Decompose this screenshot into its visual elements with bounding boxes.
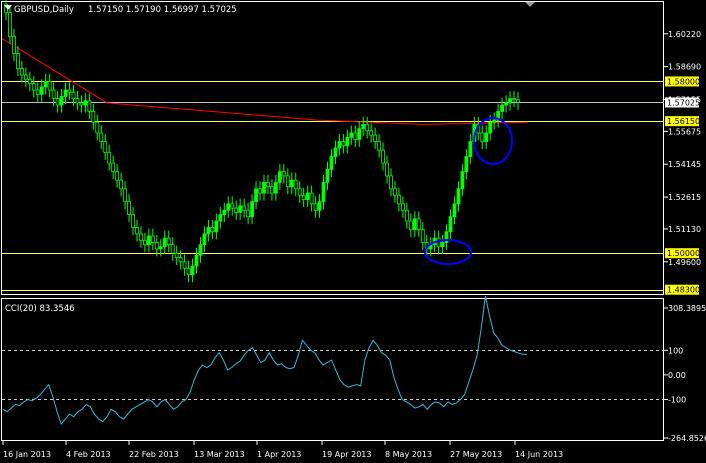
time-tick-label: 16 Jan 2013 bbox=[3, 450, 51, 459]
price-tick-label: 1.58690 bbox=[668, 63, 701, 72]
time-tick-label: 13 Mar 2013 bbox=[194, 450, 245, 459]
cci-tick-label: -100 bbox=[668, 395, 686, 404]
time-tick-label: 22 Feb 2013 bbox=[129, 450, 179, 459]
level-tag: 1.48300 bbox=[665, 284, 700, 295]
level-tag: 1.58000 bbox=[665, 76, 700, 87]
price-tick-label: 1.55675 bbox=[668, 127, 701, 136]
price-tick-label: 1.49600 bbox=[668, 258, 701, 267]
cci-tick-label: 0.00 bbox=[668, 371, 686, 380]
level-tag: 1.50000 bbox=[665, 248, 700, 259]
mt4-chart-window[interactable]: 1.602201.586901.571551.556751.541451.526… bbox=[0, 0, 706, 463]
level-tag: 1.56150 bbox=[665, 116, 700, 127]
current-price-tag: 1.57025 bbox=[665, 97, 700, 108]
cci-label: CCI(20) 83.3546 bbox=[5, 304, 75, 314]
chart-ohlc: 1.57150 1.57190 1.56997 1.57025 bbox=[88, 5, 237, 15]
price-tick-label: 1.51130 bbox=[668, 225, 701, 234]
cci-tick-label: 308.3895 bbox=[668, 304, 706, 313]
svg-text:1.50000: 1.50000 bbox=[667, 249, 700, 258]
time-tick-label: 19 Apr 2013 bbox=[322, 450, 371, 459]
svg-text:1.56150: 1.56150 bbox=[667, 117, 700, 126]
svg-text:1.48300: 1.48300 bbox=[667, 286, 700, 295]
svg-text:1.58000: 1.58000 bbox=[667, 77, 700, 86]
chart-symbol: GBPUSD,Daily bbox=[14, 5, 74, 15]
price-tick-label: 1.60220 bbox=[668, 30, 701, 39]
svg-text:1.57025: 1.57025 bbox=[667, 99, 700, 108]
time-tick-label: 27 May 2013 bbox=[450, 450, 502, 459]
time-tick-label: 14 Jun 2013 bbox=[515, 450, 563, 459]
price-tick-label: 1.54145 bbox=[668, 160, 701, 169]
price-axis: 1.602201.586901.571551.556751.541451.526… bbox=[664, 30, 701, 295]
price-tick-label: 1.52615 bbox=[668, 193, 701, 202]
time-tick-label: 1 Apr 2013 bbox=[257, 450, 301, 459]
cci-tick-label: -264.8526 bbox=[668, 434, 706, 443]
cci-tick-label: 100 bbox=[668, 346, 683, 355]
time-tick-label: 8 May 2013 bbox=[385, 450, 432, 459]
time-tick-label: 4 Feb 2013 bbox=[66, 450, 111, 459]
